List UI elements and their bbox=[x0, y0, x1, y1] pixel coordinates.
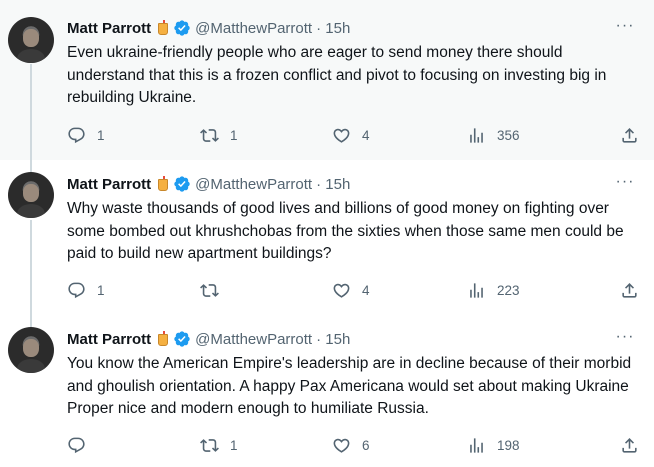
views-icon bbox=[470, 437, 483, 453]
share-button[interactable] bbox=[620, 278, 639, 302]
handle[interactable]: @MatthewParrott bbox=[195, 331, 312, 348]
reply-icon bbox=[68, 127, 85, 143]
thread-line bbox=[30, 220, 32, 315]
timestamp[interactable]: · 15h bbox=[316, 331, 350, 348]
share-icon bbox=[622, 127, 637, 143]
retweet-button[interactable] bbox=[200, 278, 230, 302]
reply-count: 1 bbox=[97, 127, 105, 143]
views-count: 198 bbox=[497, 437, 520, 453]
tweet-text: Why waste thousands of good lives and bi… bbox=[67, 200, 624, 262]
handle[interactable]: @MatthewParrott bbox=[195, 176, 312, 193]
verified-badge-icon[interactable] bbox=[173, 19, 191, 37]
like-count: 4 bbox=[362, 282, 370, 298]
reply-count: 1 bbox=[97, 282, 105, 298]
cup-with-straw-icon bbox=[157, 19, 169, 36]
display-name[interactable]: Matt Parrott bbox=[67, 20, 151, 37]
share-icon bbox=[622, 437, 637, 453]
tweet-header: Matt Parrott @MatthewParrott · 15h bbox=[67, 173, 350, 195]
timestamp[interactable]: · 15h bbox=[316, 176, 350, 193]
views-icon bbox=[470, 282, 483, 298]
handle[interactable]: @MatthewParrott bbox=[195, 20, 312, 37]
reply-button[interactable]: 1 bbox=[67, 123, 105, 147]
cup-with-straw-icon bbox=[157, 330, 169, 347]
like-count: 6 bbox=[362, 437, 370, 453]
heart-icon bbox=[333, 128, 350, 143]
thread-line bbox=[30, 315, 32, 327]
tweet[interactable]: Matt Parrott @MatthewParrott · 15h ··· E… bbox=[0, 0, 654, 160]
like-count: 4 bbox=[362, 127, 370, 143]
retweet-count: 1 bbox=[230, 127, 238, 143]
timestamp[interactable]: · 15h bbox=[316, 20, 350, 37]
action-bar: 1 1 4 356 bbox=[57, 123, 647, 147]
tweet[interactable]: Matt Parrott @MatthewParrott · 15h ··· Y… bbox=[0, 315, 654, 467]
verified-badge-icon[interactable] bbox=[173, 330, 191, 348]
retweet-button[interactable]: 1 bbox=[200, 433, 238, 457]
retweet-icon bbox=[200, 438, 219, 452]
views-icon bbox=[470, 127, 483, 143]
cup-with-straw-icon bbox=[157, 175, 169, 192]
like-button[interactable]: 6 bbox=[332, 433, 370, 457]
avatar[interactable] bbox=[8, 172, 54, 218]
reply-button[interactable]: 1 bbox=[67, 278, 105, 302]
tweet-header: Matt Parrott @MatthewParrott · 15h bbox=[67, 328, 350, 350]
like-button[interactable]: 4 bbox=[332, 123, 370, 147]
reply-icon bbox=[68, 437, 85, 453]
avatar[interactable] bbox=[8, 17, 54, 63]
more-icon[interactable]: ··· bbox=[614, 329, 636, 352]
share-button[interactable] bbox=[620, 433, 639, 457]
heart-icon bbox=[333, 438, 350, 453]
thread-line bbox=[30, 64, 32, 160]
views-button[interactable]: 223 bbox=[467, 278, 520, 302]
verified-badge-icon[interactable] bbox=[173, 175, 191, 193]
avatar[interactable] bbox=[8, 327, 54, 373]
thread-line bbox=[30, 160, 32, 172]
retweet-icon bbox=[200, 128, 219, 142]
share-button[interactable] bbox=[620, 123, 639, 147]
retweet-button[interactable]: 1 bbox=[200, 123, 238, 147]
like-button[interactable]: 4 bbox=[332, 278, 370, 302]
tweet-text: You know the American Empire's leadershi… bbox=[67, 355, 632, 417]
reply-icon bbox=[68, 282, 85, 298]
views-count: 223 bbox=[497, 282, 520, 298]
retweet-icon bbox=[200, 283, 219, 297]
action-bar: 1 4 223 bbox=[57, 278, 647, 302]
reply-button[interactable] bbox=[67, 433, 97, 457]
tweet-text: Even ukraine-friendly people who are eag… bbox=[67, 44, 607, 106]
tweet[interactable]: Matt Parrott @MatthewParrott · 15h ··· W… bbox=[0, 160, 654, 315]
views-button[interactable]: 198 bbox=[467, 433, 520, 457]
tweet-header: Matt Parrott @MatthewParrott · 15h bbox=[67, 17, 350, 39]
display-name[interactable]: Matt Parrott bbox=[67, 176, 151, 193]
views-button[interactable]: 356 bbox=[467, 123, 520, 147]
more-icon[interactable]: ··· bbox=[614, 18, 636, 41]
share-icon bbox=[622, 282, 637, 298]
retweet-count: 1 bbox=[230, 437, 238, 453]
views-count: 356 bbox=[497, 127, 520, 143]
display-name[interactable]: Matt Parrott bbox=[67, 331, 151, 348]
more-icon[interactable]: ··· bbox=[614, 174, 636, 197]
action-bar: 1 6 198 bbox=[57, 433, 647, 457]
heart-icon bbox=[333, 283, 350, 298]
